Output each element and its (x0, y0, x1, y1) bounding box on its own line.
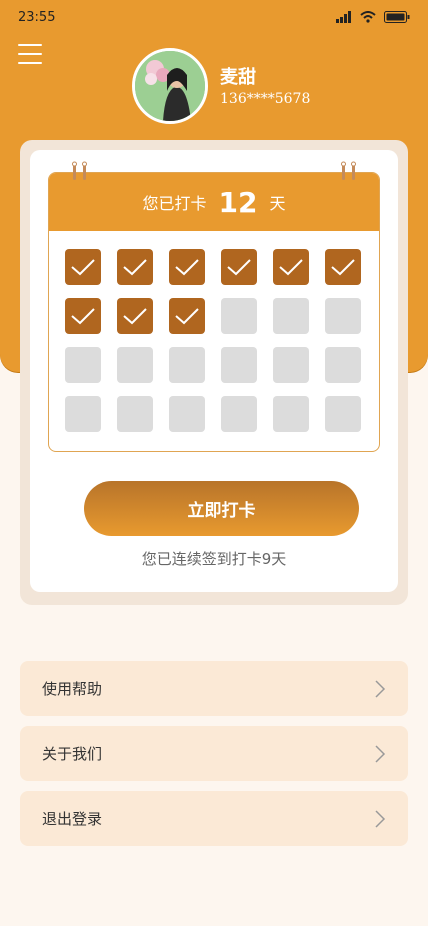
day-cell-empty (221, 347, 257, 383)
day-cell-empty (325, 298, 361, 334)
day-cell-checked (65, 298, 101, 334)
day-cell-empty (273, 347, 309, 383)
day-cell-empty (325, 347, 361, 383)
check-icon (123, 259, 147, 276)
menu-item-label: 退出登录 (42, 810, 103, 828)
day-cell-empty (221, 396, 257, 432)
check-icon (331, 259, 355, 276)
day-cell-checked (65, 249, 101, 285)
menu-item-about[interactable]: 关于我们 (20, 726, 408, 781)
check-icon (279, 259, 303, 276)
check-icon (71, 259, 95, 276)
day-cell-empty (169, 347, 205, 383)
chevron-right-icon (375, 679, 386, 698)
day-cell-empty (117, 396, 153, 432)
status-icons (336, 11, 410, 23)
day-cell-checked (117, 249, 153, 285)
day-cell-checked (221, 249, 257, 285)
day-cell-empty (325, 396, 361, 432)
user-phone: 136****5678 (220, 91, 311, 107)
streak-text: 您已连续签到打卡9天 (141, 550, 287, 568)
check-icon (123, 308, 147, 325)
day-cell-empty (117, 347, 153, 383)
day-cell-checked (169, 249, 205, 285)
ring-icon (72, 161, 87, 180)
day-cell-empty (273, 298, 309, 334)
day-cell-empty (65, 396, 101, 432)
check-icon (71, 308, 95, 325)
day-cell-checked (117, 298, 153, 334)
check-icon (227, 259, 251, 276)
day-cell-checked (273, 249, 309, 285)
calendar-header: 您已打卡 12 天 (49, 173, 379, 231)
day-cell-empty (65, 347, 101, 383)
check-icon (175, 308, 199, 325)
checkin-count: 12 (218, 185, 258, 219)
calendar-suffix: 天 (269, 194, 286, 213)
avatar[interactable] (132, 48, 208, 124)
menu-item-label: 关于我们 (42, 745, 103, 763)
user-name: 麦甜 (220, 67, 256, 88)
menu-icon[interactable] (18, 44, 42, 66)
calendar-grid (65, 249, 363, 432)
avatar-image (135, 51, 205, 121)
day-cell-checked (325, 249, 361, 285)
check-icon (175, 259, 199, 276)
status-bar: 23:55 (0, 0, 428, 34)
day-cell-empty (273, 396, 309, 432)
ring-icon (341, 161, 356, 180)
menu-item-label: 使用帮助 (42, 680, 103, 698)
checkin-button[interactable]: 立即打卡 (84, 481, 359, 536)
menu-item-help[interactable]: 使用帮助 (20, 661, 408, 716)
day-cell-empty (169, 396, 205, 432)
calendar-prefix: 您已打卡 (142, 194, 207, 213)
chevron-right-icon (375, 744, 386, 763)
wifi-icon (360, 11, 376, 23)
battery-icon (384, 11, 410, 23)
signal-icon (336, 11, 351, 23)
chevron-right-icon (375, 809, 386, 828)
menu-item-logout[interactable]: 退出登录 (20, 791, 408, 846)
day-cell-checked (169, 298, 205, 334)
status-time: 23:55 (18, 10, 56, 25)
day-cell-empty (221, 298, 257, 334)
